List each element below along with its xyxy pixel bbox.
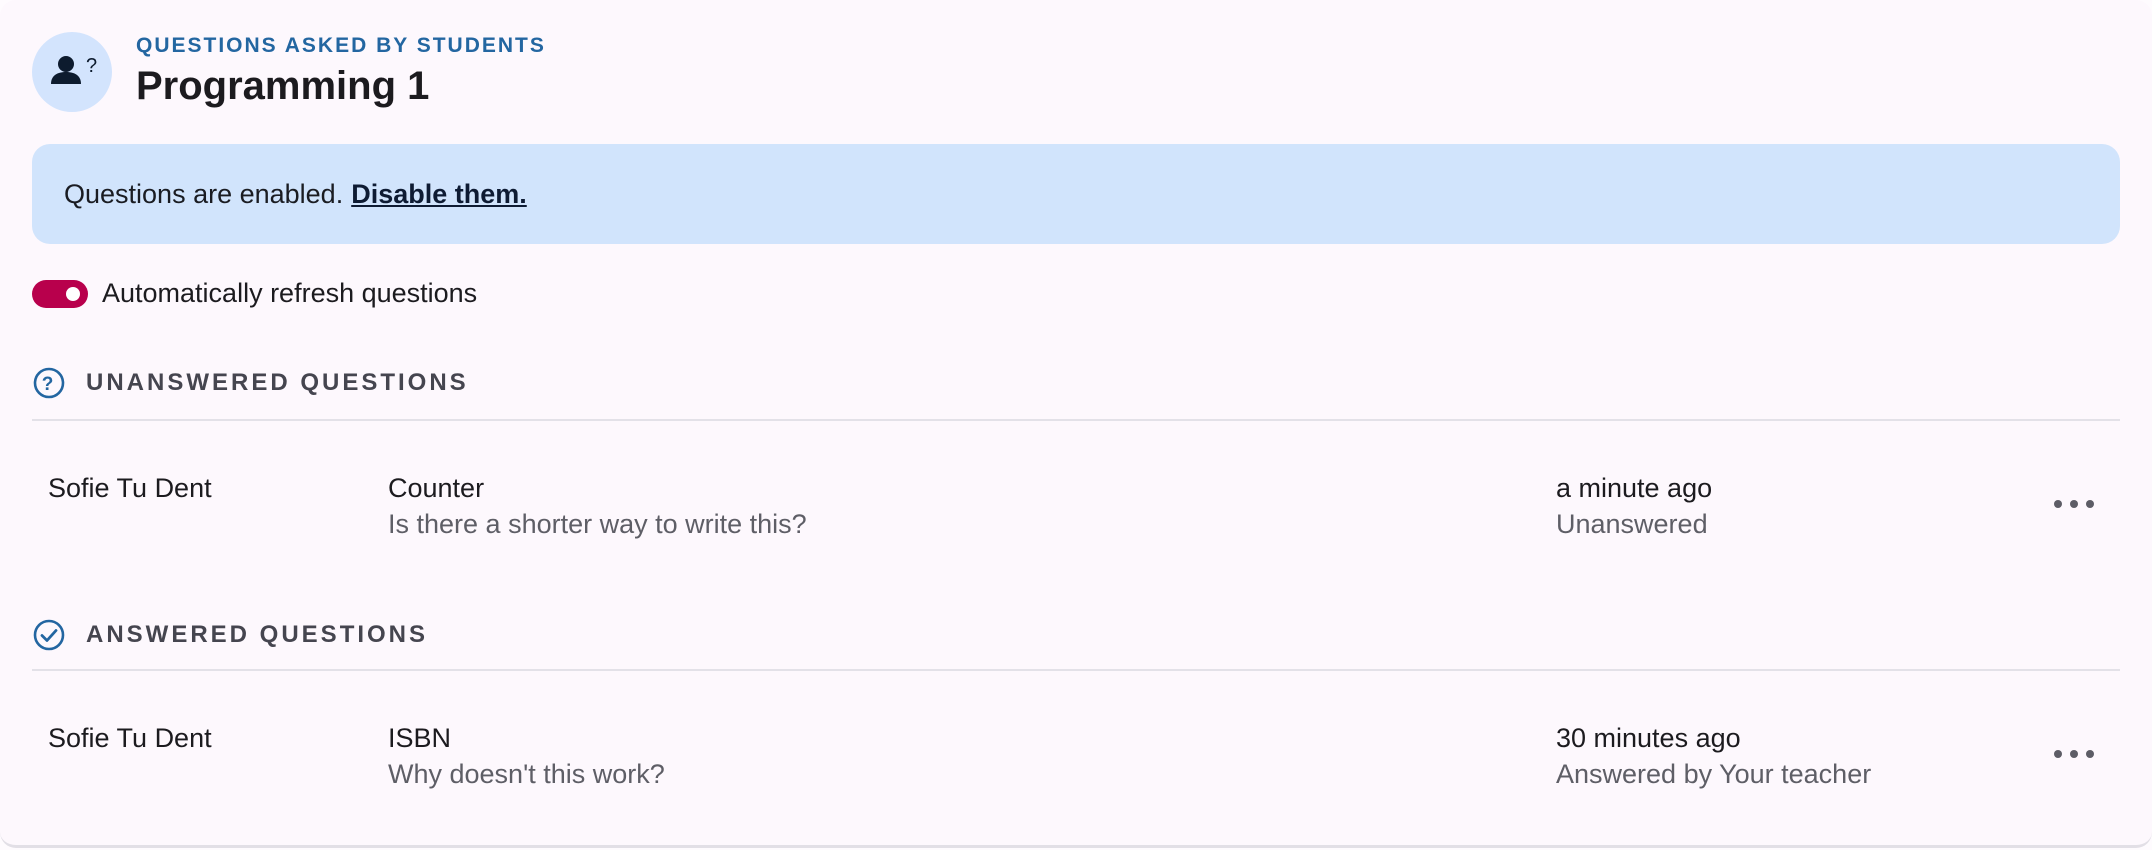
question-meta: 30 minutes ago Answered by Your teacher (1556, 720, 1871, 792)
question-time: a minute ago (1556, 473, 1713, 503)
question-author: Sofie Tu Dent (48, 473, 212, 503)
answered-section-header: ANSWERED QUESTIONS (32, 618, 428, 652)
questions-card: ? QUESTIONS ASKED BY STUDENTS Programmin… (0, 0, 2152, 848)
question-text: Is there a shorter way to write this? (388, 509, 807, 539)
section-divider (32, 669, 2120, 671)
question-status: Unanswered (1556, 509, 1708, 539)
page-title: Programming 1 (136, 64, 430, 108)
person-question-icon: ? (32, 32, 112, 112)
answered-heading: ANSWERED QUESTIONS (86, 621, 429, 648)
more-options-icon[interactable] (2054, 742, 2094, 766)
auto-refresh-row: Automatically refresh questions (32, 278, 477, 309)
status-banner: Questions are enabled. Disable them. (32, 144, 2120, 244)
svg-text:?: ? (86, 55, 97, 77)
question-status: Answered by Your teacher (1556, 759, 1872, 789)
unanswered-heading: UNANSWERED QUESTIONS (86, 369, 469, 396)
question-row[interactable]: Sofie Tu Dent Counter Is there a shorter… (0, 470, 2152, 590)
question-author: Sofie Tu Dent (48, 723, 212, 753)
question-title: ISBN (388, 723, 452, 753)
section-divider (32, 419, 2120, 421)
unanswered-section-header: ? UNANSWERED QUESTIONS (32, 366, 469, 400)
banner-text: Questions are enabled. (64, 178, 344, 209)
question-row[interactable]: Sofie Tu Dent ISBN Why doesn't this work… (0, 720, 2152, 840)
auto-refresh-label: Automatically refresh questions (102, 278, 478, 308)
page-overline: QUESTIONS ASKED BY STUDENTS (136, 34, 546, 57)
toggle-knob (66, 286, 80, 301)
question-title: Counter (388, 473, 485, 503)
help-circle-icon: ? (33, 367, 65, 399)
more-options-icon[interactable] (2054, 492, 2094, 516)
question-time: 30 minutes ago (1556, 723, 1741, 753)
disable-questions-link[interactable]: Disable them. (351, 179, 527, 210)
question-content: ISBN Why doesn't this work? (388, 720, 665, 792)
question-text: Why doesn't this work? (388, 759, 665, 789)
question-content: Counter Is there a shorter way to write … (388, 470, 807, 542)
question-meta: a minute ago Unanswered (1556, 470, 1712, 542)
check-circle-icon (33, 619, 65, 651)
svg-text:?: ? (42, 374, 57, 395)
auto-refresh-toggle[interactable] (32, 279, 88, 308)
